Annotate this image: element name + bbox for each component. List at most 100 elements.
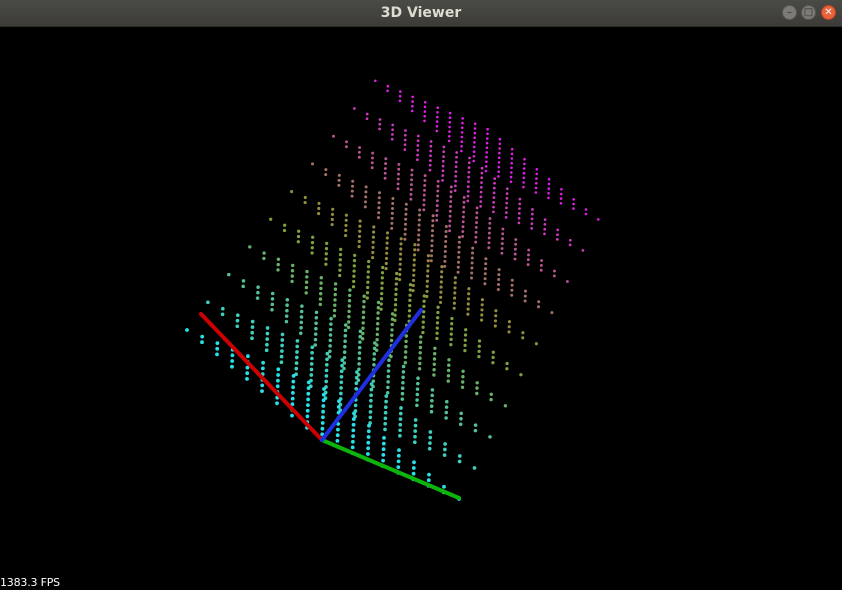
cloud-point (365, 112, 369, 116)
3d-viewport[interactable] (0, 28, 842, 590)
cloud-point (453, 296, 457, 300)
cloud-point (276, 373, 280, 377)
cloud-point (435, 326, 439, 330)
cloud-point (343, 328, 348, 333)
cloud-point (452, 306, 456, 310)
cloud-point (419, 335, 423, 339)
cloud-point (480, 313, 484, 317)
cloud-point (448, 224, 452, 228)
cloud-point (448, 125, 451, 129)
cloud-point (296, 240, 300, 244)
cloud-point (200, 340, 204, 345)
cloud-point (413, 423, 418, 428)
cloud-point (448, 111, 452, 115)
cloud-point (444, 410, 449, 415)
cloud-point (411, 466, 416, 470)
cloud-point (344, 234, 348, 238)
cloud-point (377, 211, 381, 215)
cloud-point (390, 322, 394, 327)
cloud-point (332, 134, 335, 138)
cloud-point (377, 216, 380, 220)
cloud-point (372, 230, 376, 234)
cloud-point (294, 355, 299, 360)
cloud-point (310, 350, 314, 355)
cloud-point (357, 351, 362, 355)
cloud-point (344, 213, 348, 217)
cloud-point (291, 263, 295, 268)
cloud-point (467, 180, 470, 184)
cloud-point (318, 302, 322, 307)
cloud-point (265, 337, 270, 341)
cloud-point (418, 208, 422, 212)
cloud-point (423, 188, 426, 192)
cloud-point (328, 338, 333, 343)
cloud-point (454, 179, 457, 183)
cloud-point (366, 285, 370, 290)
cloud-point (369, 387, 374, 392)
cloud-point (486, 127, 489, 131)
cloud-point (351, 439, 355, 444)
cloud-point (501, 237, 504, 241)
cloud-point (457, 459, 462, 464)
cloud-point (336, 405, 341, 409)
cloud-point (333, 282, 338, 286)
cloud-point (521, 336, 525, 340)
cloud-point (463, 333, 468, 337)
cloud-point (391, 197, 395, 200)
cloud-point (391, 202, 395, 205)
cloud-point (395, 271, 399, 276)
cloud-point (432, 357, 437, 361)
cloud-point (394, 297, 398, 302)
maximize-button[interactable]: □ (801, 5, 816, 20)
cloud-point (449, 342, 453, 347)
cloud-point (371, 245, 375, 249)
cloud-point (290, 413, 294, 418)
cloud-point (416, 376, 420, 380)
cloud-point (343, 339, 347, 344)
cloud-point (517, 221, 521, 225)
cloud-point (400, 397, 405, 401)
cloud-point (463, 343, 467, 348)
cloud-point (400, 386, 405, 390)
cloud-point (295, 350, 299, 354)
cloud-point (403, 232, 407, 236)
cloud-point (408, 293, 412, 297)
cloud-point (398, 267, 402, 271)
cloud-point (329, 322, 333, 326)
cloud-point (466, 194, 470, 198)
cloud-point (442, 155, 445, 158)
cloud-point (442, 145, 446, 149)
cloud-point (304, 280, 309, 284)
cloud-point (441, 164, 445, 168)
cloud-point (235, 313, 240, 318)
cloud-point (305, 269, 309, 274)
cloud-point (489, 392, 493, 396)
cloud-point (317, 212, 321, 216)
cloud-point (521, 331, 525, 335)
cloud-point (383, 410, 388, 415)
cloud-point (472, 159, 476, 163)
cloud-point (256, 290, 260, 295)
cloud-point (432, 368, 436, 372)
cloud-point (522, 181, 525, 184)
minimize-button[interactable]: – (782, 5, 797, 20)
cloud-point (572, 202, 575, 206)
scene-canvas[interactable] (0, 28, 842, 590)
cloud-point (346, 325, 351, 330)
cloud-point (428, 441, 432, 445)
cloud-point (361, 326, 365, 330)
cloud-point (309, 362, 314, 366)
cloud-point (366, 265, 371, 269)
window-titlebar[interactable]: 3D Viewer – □ ✕ (0, 0, 842, 27)
cloud-point (351, 428, 356, 433)
cloud-point (421, 330, 425, 335)
cloud-point (404, 345, 408, 349)
cloud-point (310, 246, 314, 250)
cloud-point (526, 258, 530, 262)
cloud-point (458, 422, 463, 427)
close-button[interactable]: ✕ (821, 5, 836, 20)
cloud-point (375, 338, 379, 342)
cloud-point (324, 257, 328, 261)
cloud-point (299, 320, 304, 325)
cloud-point (438, 300, 443, 304)
